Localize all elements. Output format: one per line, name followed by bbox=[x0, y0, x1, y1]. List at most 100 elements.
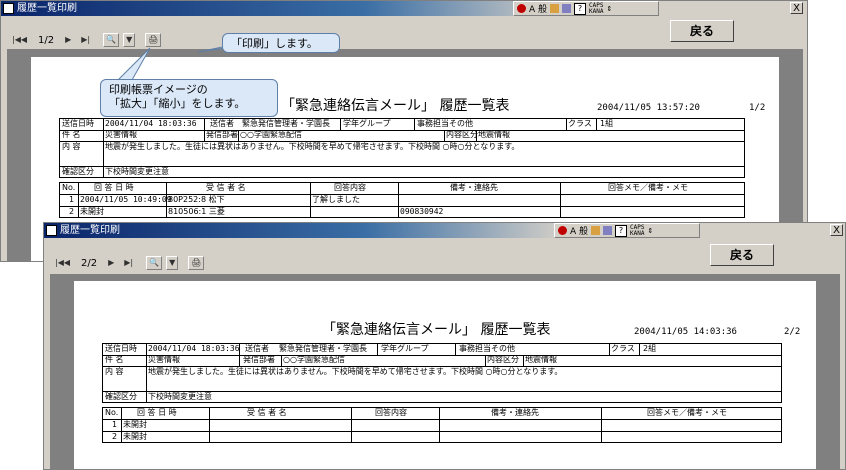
help-icon[interactable]: ? bbox=[574, 2, 587, 15]
dictionary-icon[interactable] bbox=[591, 226, 601, 235]
subject-label: 件 名 bbox=[62, 130, 81, 139]
page-indicator: 2/2 bbox=[81, 257, 98, 269]
help-icon[interactable]: ? bbox=[615, 224, 628, 237]
next-page-button[interactable]: ▶ bbox=[105, 256, 118, 270]
sender-label: 送信者 bbox=[245, 344, 269, 353]
row2-note: 090830942 bbox=[400, 207, 444, 216]
window-title: 履歴一覧印刷 bbox=[60, 225, 120, 236]
col-note: 備考・連絡先 bbox=[491, 408, 539, 417]
dept-label: 発信部署 bbox=[206, 130, 238, 139]
print-button[interactable]: 🖨 bbox=[145, 33, 162, 47]
class-label: クラス bbox=[568, 119, 592, 128]
title-bar: 履歴一覧印刷 bbox=[44, 223, 845, 238]
category: 地震情報 bbox=[478, 130, 510, 139]
send-time: 2004/11/04 18:03:36 bbox=[148, 344, 240, 353]
ime-mode-icon[interactable] bbox=[558, 226, 567, 235]
send-time: 2004/11/04 18:03:36 bbox=[105, 119, 197, 128]
report-datetime: 2004/11/05 13:57:20 bbox=[597, 103, 700, 113]
window-title: 履歴一覧印刷 bbox=[17, 3, 77, 14]
col-answer: 回答内容 bbox=[375, 408, 407, 417]
first-page-button[interactable]: |◀◀ bbox=[9, 33, 30, 47]
response-table: No. 回 答 日 時 受 信 者 名 回答内容 備考・連絡先 回答メモ／備考・… bbox=[59, 182, 745, 218]
sender: 緊急発信管理者・学園長 bbox=[279, 344, 367, 353]
chevron-updown-icon[interactable]: ⇕ bbox=[647, 227, 653, 235]
col-name: 受 信 者 名 bbox=[206, 183, 246, 192]
report-title: 「緊急連絡伝言メール」 履歴一覧表 bbox=[322, 322, 551, 338]
zoom-dropdown[interactable]: ▼ bbox=[166, 256, 179, 270]
close-button[interactable]: X bbox=[830, 224, 843, 236]
print-callout-text: 「印刷」します。 bbox=[231, 37, 318, 50]
close-button[interactable]: X bbox=[790, 2, 803, 14]
next-page-button[interactable]: ▶ bbox=[62, 33, 75, 47]
ime-input-mode[interactable]: A 般 bbox=[529, 2, 547, 15]
class-label: クラス bbox=[611, 344, 635, 353]
print-button[interactable]: 🖨 bbox=[188, 256, 205, 270]
report-page-number: 2/2 bbox=[784, 327, 801, 337]
col-answer: 回答内容 bbox=[334, 183, 366, 192]
row2-name: 810506:1 三菱 bbox=[168, 207, 225, 216]
zoom-callout-line2: 「拡大」「縮小」をします。 bbox=[109, 97, 246, 110]
tools-icon[interactable] bbox=[562, 4, 572, 13]
preview-toolbar: |◀◀ 1/2 ▶ ▶| 🔍 ▼ 🖨 bbox=[9, 33, 162, 47]
dept: ○○学園緊急配信 bbox=[240, 130, 302, 139]
dept-label: 発信部署 bbox=[243, 355, 275, 364]
sender-label: 送信者 bbox=[210, 119, 234, 128]
zoom-callout: 印刷帳票イメージの 「拡大」「縮小」をします。 bbox=[100, 79, 278, 117]
col-time: 回 答 日 時 bbox=[137, 408, 177, 417]
caps-kana-indicator: CAPS KANA bbox=[630, 223, 645, 237]
print-callout: 「印刷」します。 bbox=[222, 33, 340, 53]
print-preview-window-page2: 履歴一覧印刷 A 般 ? CAPS KANA ⇕ X |◀◀ 2/2 ▶ ▶| 🔍… bbox=[43, 222, 846, 470]
row2-no: 2 bbox=[69, 207, 75, 216]
response-table: No. 回 答 日 時 受 信 者 名 回答内容 備考・連絡先 回答メモ／備考・… bbox=[102, 407, 782, 443]
last-page-button[interactable]: ▶| bbox=[78, 33, 94, 47]
subject: 災害情報 bbox=[105, 130, 137, 139]
col-note: 備考・連絡先 bbox=[450, 183, 498, 192]
category-label: 内容区分 bbox=[487, 355, 519, 364]
report-title: 「緊急連絡伝言メール」 履歴一覧表 bbox=[281, 98, 510, 114]
title-bar: 履歴一覧印刷 bbox=[1, 1, 807, 16]
app-icon bbox=[3, 3, 14, 14]
group: 事務担当その他 bbox=[417, 119, 473, 128]
back-button[interactable]: 戻る bbox=[710, 244, 774, 266]
zoom-dropdown[interactable]: ▼ bbox=[123, 33, 136, 47]
class: 1組 bbox=[600, 119, 614, 128]
tools-icon[interactable] bbox=[603, 226, 613, 235]
back-button[interactable]: 戻る bbox=[670, 20, 734, 42]
col-no: No. bbox=[105, 408, 119, 417]
zoom-button[interactable]: 🔍 bbox=[146, 256, 163, 270]
app-icon bbox=[46, 225, 57, 236]
body-label: 内 容 bbox=[62, 142, 81, 151]
first-page-button[interactable]: |◀◀ bbox=[52, 256, 73, 270]
chevron-updown-icon[interactable]: ⇕ bbox=[606, 5, 612, 13]
report-page: 「緊急連絡伝言メール」 履歴一覧表 2004/11/05 14:03:36 2/… bbox=[74, 281, 816, 469]
group: 事務担当その他 bbox=[459, 344, 515, 353]
col-memo: 回答メモ／備考・メモ bbox=[647, 408, 727, 417]
zoom-button[interactable]: 🔍 bbox=[103, 33, 120, 47]
page-indicator: 1/2 bbox=[38, 34, 55, 46]
ime-mode-icon[interactable] bbox=[517, 4, 526, 13]
body: 地震が発生しました。生徒には異状はありません。下校時間を早めて帰宅させます。下校… bbox=[148, 367, 563, 376]
category-label: 内容区分 bbox=[446, 130, 478, 139]
dictionary-icon[interactable] bbox=[550, 4, 560, 13]
row2-time: 未開封 bbox=[123, 432, 147, 441]
caps-kana-indicator: CAPS KANA bbox=[589, 1, 604, 15]
last-page-button[interactable]: ▶| bbox=[121, 256, 137, 270]
row2-no: 2 bbox=[112, 432, 118, 441]
ime-input-mode[interactable]: A 般 bbox=[570, 224, 588, 237]
ime-toolbar: A 般 ? CAPS KANA ⇕ bbox=[513, 1, 659, 16]
col-time: 回 答 日 時 bbox=[94, 183, 134, 192]
row2-time: 未開封 bbox=[80, 207, 104, 216]
row1-no: 1 bbox=[69, 195, 75, 204]
row1-time: 2004/11/05 10:49:09 bbox=[80, 195, 172, 204]
preview-toolbar: |◀◀ 2/2 ▶ ▶| 🔍 ▼ 🖨 bbox=[52, 256, 205, 270]
report-page-number: 1/2 bbox=[749, 103, 766, 113]
report-datetime: 2004/11/05 14:03:36 bbox=[634, 327, 737, 337]
confirm: 下校時間変更注意 bbox=[105, 167, 169, 176]
subject-label: 件 名 bbox=[105, 355, 124, 364]
category: 地震情報 bbox=[525, 355, 557, 364]
send-time-label: 送信日時 bbox=[62, 119, 94, 128]
confirm-label: 確認区分 bbox=[62, 167, 94, 176]
class: 2組 bbox=[643, 344, 657, 353]
body: 地震が発生しました。生徒には異状はありません。下校時間を早めて帰宅させます。下校… bbox=[105, 142, 520, 151]
dept: ○○学園緊急配信 bbox=[283, 355, 345, 364]
